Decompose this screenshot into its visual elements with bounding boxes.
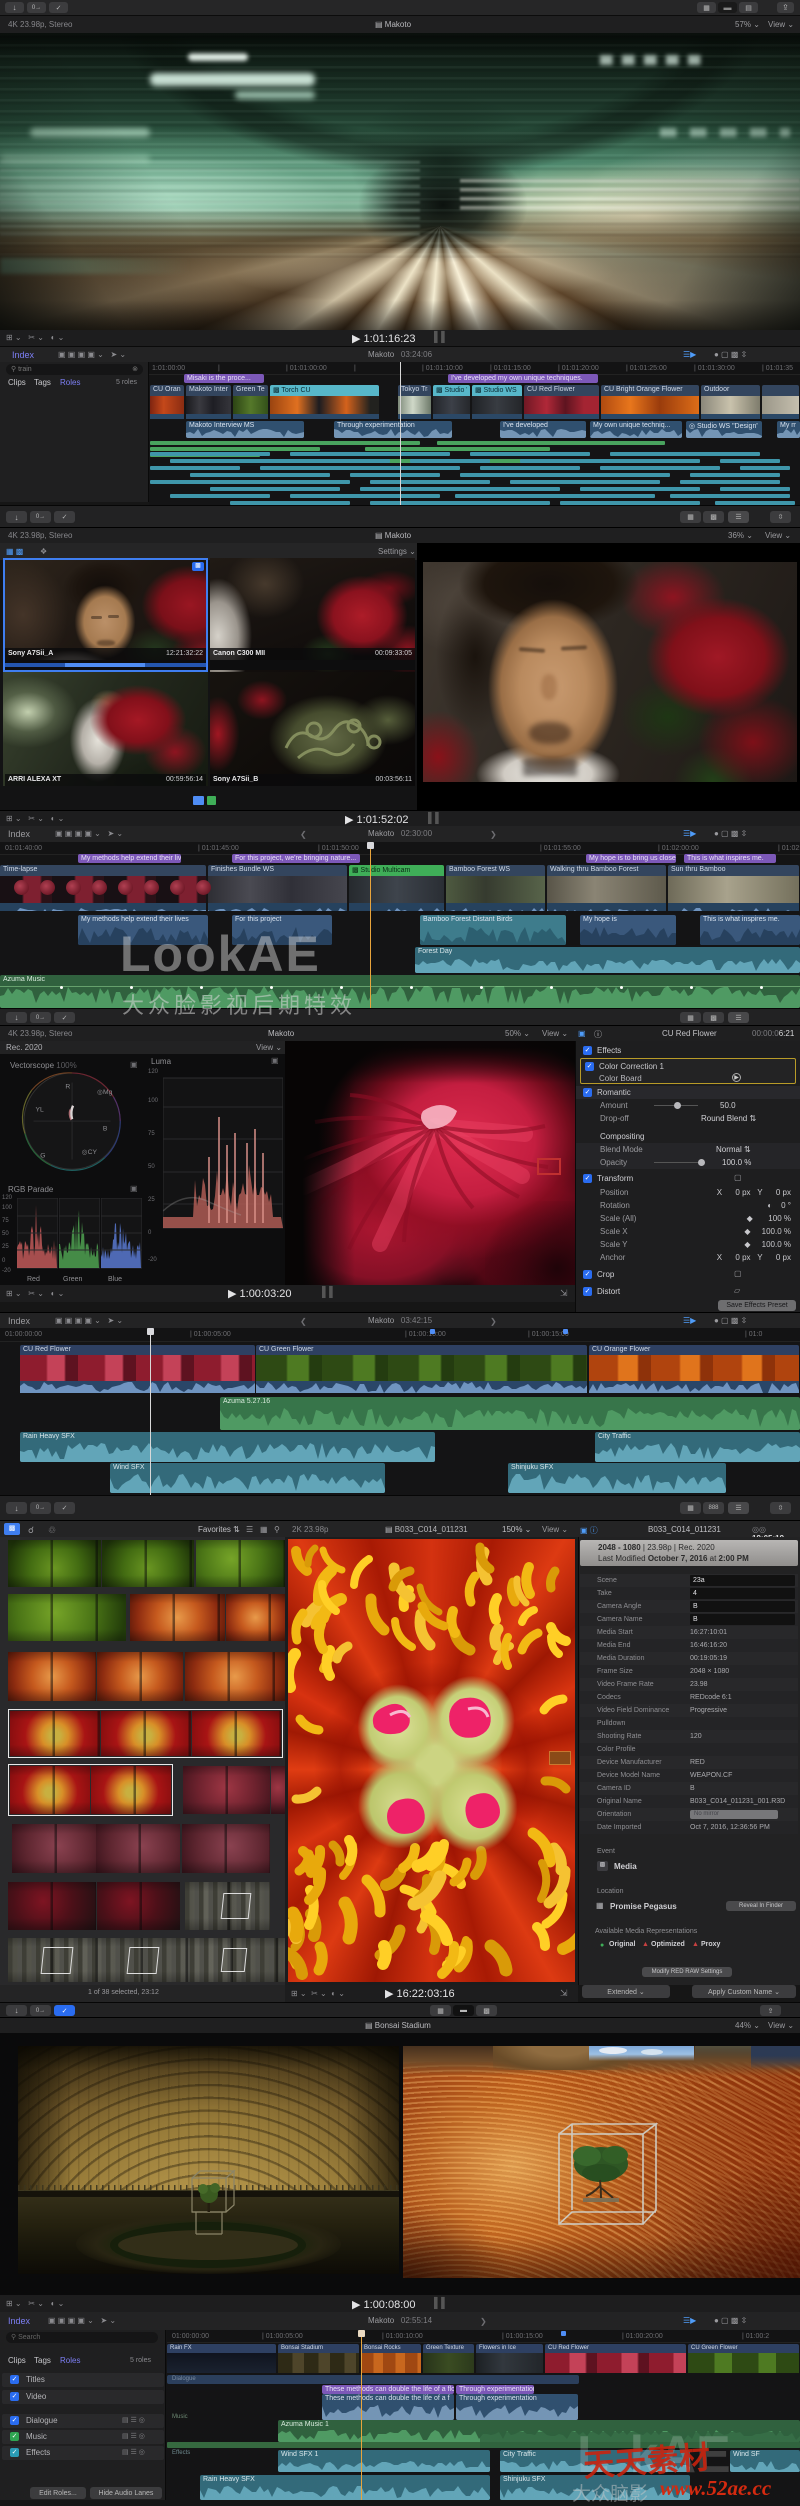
- svg-text:◎Mg: ◎Mg: [97, 1089, 112, 1096]
- svg-text:R: R: [65, 1083, 70, 1090]
- svg-text:◎CY: ◎CY: [82, 1149, 98, 1156]
- svg-text:G: G: [40, 1153, 45, 1160]
- svg-text:B: B: [103, 1126, 108, 1133]
- svg-text:YL: YL: [35, 1106, 43, 1113]
